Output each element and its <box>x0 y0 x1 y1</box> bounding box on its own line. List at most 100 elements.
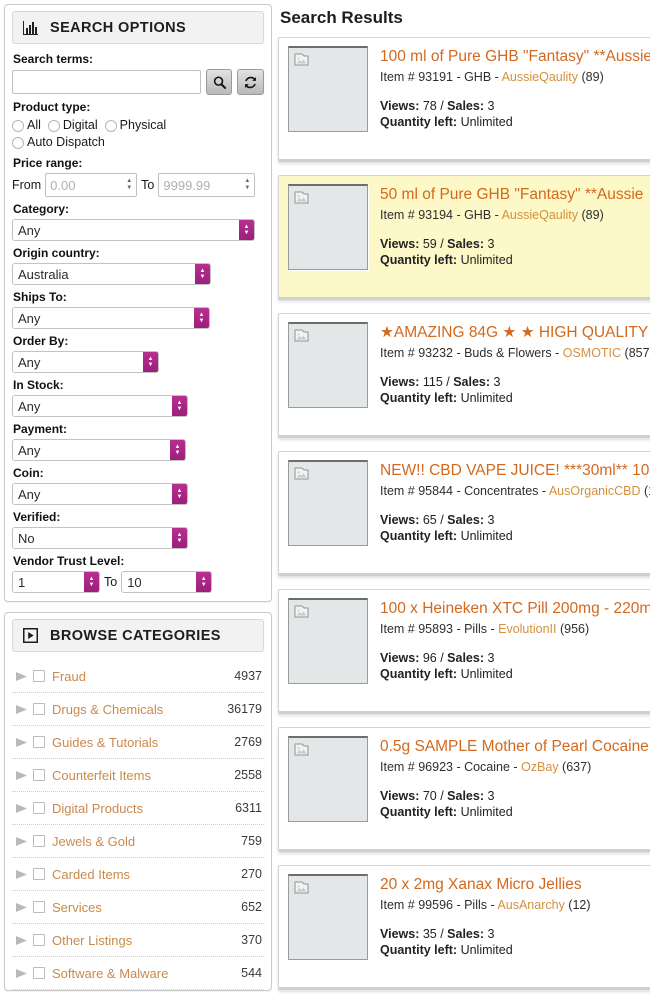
category-row[interactable]: Other Listings 370 <box>12 924 264 957</box>
item-title[interactable]: 0.5g SAMPLE Mother of Pearl Cocaine <box>380 737 650 757</box>
category-row[interactable]: Counterfeit Items 2558 <box>12 759 264 792</box>
item-thumbnail[interactable] <box>288 736 368 822</box>
category-checkbox[interactable] <box>33 802 45 814</box>
expand-arrow-icon[interactable] <box>16 770 29 781</box>
chevron-updown-icon[interactable]: ▲ ▼ <box>172 528 187 548</box>
category-checkbox[interactable] <box>33 670 45 682</box>
search-input[interactable] <box>12 70 201 94</box>
item-title[interactable]: 20 x 2mg Xanax Micro Jellies <box>380 875 650 895</box>
chevron-updown-icon[interactable]: ▲ ▼ <box>195 264 210 284</box>
stepper-arrows-icon[interactable]: ▲ ▼ <box>240 174 254 196</box>
item-title[interactable]: NEW!! CBD VAPE JUICE! ***30ml** 10 SPECI… <box>380 461 650 481</box>
category-name[interactable]: Jewels & Gold <box>52 834 235 849</box>
item-title[interactable]: ★AMAZING 84G ★ ★ HIGH QUALITY MYLAR BAG … <box>380 323 650 343</box>
item-thumbnail[interactable] <box>288 322 368 408</box>
category-name[interactable]: Other Listings <box>52 933 235 948</box>
expand-arrow-icon[interactable] <box>16 671 29 682</box>
result-item[interactable]: NEW!! CBD VAPE JUICE! ***30ml** 10 SPECI… <box>278 451 650 576</box>
item-vendor[interactable]: OzBay <box>521 760 559 774</box>
item-vendor[interactable]: AussieQaulity <box>502 70 578 84</box>
category-checkbox[interactable] <box>33 703 45 715</box>
item-vendor[interactable]: AusOrganicCBD <box>549 484 641 498</box>
category-row[interactable]: Services 652 <box>12 891 264 924</box>
result-item[interactable]: ★AMAZING 84G ★ ★ HIGH QUALITY MYLAR BAG … <box>278 313 650 438</box>
category-checkbox[interactable] <box>33 769 45 781</box>
expand-arrow-icon[interactable] <box>16 968 29 979</box>
price-from-input[interactable] <box>46 174 123 196</box>
item-vendor[interactable]: AusAnarchy <box>497 898 564 912</box>
product-type-option-all[interactable]: All <box>12 117 41 134</box>
chevron-updown-icon[interactable]: ▲ ▼ <box>172 484 187 504</box>
chevron-updown-icon[interactable]: ▲ ▼ <box>172 396 187 416</box>
expand-arrow-icon[interactable] <box>16 704 29 715</box>
reset-button[interactable] <box>237 69 264 95</box>
category-name[interactable]: Counterfeit Items <box>52 768 228 783</box>
category-name[interactable]: Guides & Tutorials <box>52 735 228 750</box>
category-checkbox[interactable] <box>33 934 45 946</box>
verified-select[interactable]: No ▲ ▼ <box>12 527 188 549</box>
category-checkbox[interactable] <box>33 835 45 847</box>
item-vendor[interactable]: EvolutionII <box>498 622 556 636</box>
item-title[interactable]: 100 ml of Pure GHB "Fantasy" **Aussie <box>380 47 650 67</box>
expand-arrow-icon[interactable] <box>16 935 29 946</box>
origin-country-select[interactable]: Australia ▲ ▼ <box>12 263 211 285</box>
item-title[interactable]: 100 x Heineken XTC Pill 200mg - 220m <box>380 599 650 619</box>
search-button[interactable] <box>205 69 233 95</box>
in-stock-select[interactable]: Any ▲ ▼ <box>12 395 188 417</box>
category-select[interactable]: Any ▲ ▼ <box>12 219 255 241</box>
item-vendor[interactable]: AussieQaulity <box>502 208 578 222</box>
category-checkbox[interactable] <box>33 736 45 748</box>
expand-arrow-icon[interactable] <box>16 869 29 880</box>
category-checkbox[interactable] <box>33 967 45 979</box>
chevron-updown-icon[interactable]: ▲ ▼ <box>143 352 158 372</box>
category-name[interactable]: Services <box>52 900 235 915</box>
chevron-updown-icon[interactable]: ▲ ▼ <box>170 440 185 460</box>
chevron-updown-icon[interactable]: ▲ ▼ <box>84 572 99 592</box>
category-checkbox[interactable] <box>33 901 45 913</box>
expand-arrow-icon[interactable] <box>16 803 29 814</box>
category-name[interactable]: Software & Malware <box>52 966 235 981</box>
chevron-updown-icon[interactable]: ▲ ▼ <box>196 572 212 592</box>
price-from-stepper[interactable]: ▲▼ <box>45 173 138 197</box>
category-checkbox[interactable] <box>33 868 45 880</box>
category-row[interactable]: Fraud 4937 <box>12 660 264 693</box>
item-title[interactable]: 50 ml of Pure GHB "Fantasy" **Aussie <box>380 185 650 205</box>
ships-to-select[interactable]: Any ▲ ▼ <box>12 307 210 329</box>
chevron-updown-icon[interactable]: ▲ ▼ <box>239 220 254 240</box>
category-row[interactable]: Guides & Tutorials 2769 <box>12 726 264 759</box>
category-row[interactable]: Software & Malware 544 <box>12 957 264 990</box>
coin-select[interactable]: Any ▲ ▼ <box>12 483 188 505</box>
expand-arrow-icon[interactable] <box>16 836 29 847</box>
stepper-arrows-icon[interactable]: ▲ ▼ <box>122 174 136 196</box>
item-thumbnail[interactable] <box>288 598 368 684</box>
product-type-option-digital[interactable]: Digital <box>47 117 98 134</box>
price-to-stepper[interactable]: ▲▼ <box>158 173 256 197</box>
result-item[interactable]: 0.5g SAMPLE Mother of Pearl Cocaine Item … <box>278 727 650 852</box>
item-thumbnail[interactable] <box>288 184 368 270</box>
category-name[interactable]: Drugs & Chemicals <box>52 702 221 717</box>
category-row[interactable]: Carded Items 270 <box>12 858 264 891</box>
category-row[interactable]: Jewels & Gold 759 <box>12 825 264 858</box>
product-type-option-physical[interactable]: Physical <box>104 117 166 134</box>
product-type-option-auto-dispatch[interactable]: Auto Dispatch <box>12 134 105 151</box>
vendor-trust-to-select[interactable]: 10 ▲ ▼ <box>121 571 213 593</box>
result-item[interactable]: 100 ml of Pure GHB "Fantasy" **Aussie Ite… <box>278 37 650 162</box>
item-thumbnail[interactable] <box>288 460 368 546</box>
order-by-select[interactable]: Any ▲ ▼ <box>12 351 159 373</box>
category-row[interactable]: Digital Products 6311 <box>12 792 264 825</box>
category-name[interactable]: Digital Products <box>52 801 229 816</box>
item-vendor[interactable]: OSMOTIC <box>563 346 621 360</box>
expand-arrow-icon[interactable] <box>16 737 29 748</box>
payment-select[interactable]: Any ▲ ▼ <box>12 439 186 461</box>
vendor-trust-from-select[interactable]: 1 ▲ ▼ <box>12 571 100 593</box>
category-name[interactable]: Carded Items <box>52 867 235 882</box>
result-item[interactable]: 100 x Heineken XTC Pill 200mg - 220m Item… <box>278 589 650 714</box>
category-name[interactable]: Fraud <box>52 669 228 684</box>
result-item[interactable]: 50 ml of Pure GHB "Fantasy" **Aussie Item… <box>278 175 650 300</box>
item-thumbnail[interactable] <box>288 874 368 960</box>
chevron-updown-icon[interactable]: ▲ ▼ <box>194 308 209 328</box>
category-row[interactable]: Drugs & Chemicals 36179 <box>12 693 264 726</box>
price-to-input[interactable] <box>159 174 241 196</box>
result-item[interactable]: 20 x 2mg Xanax Micro Jellies Item # 99596… <box>278 865 650 990</box>
expand-arrow-icon[interactable] <box>16 902 29 913</box>
